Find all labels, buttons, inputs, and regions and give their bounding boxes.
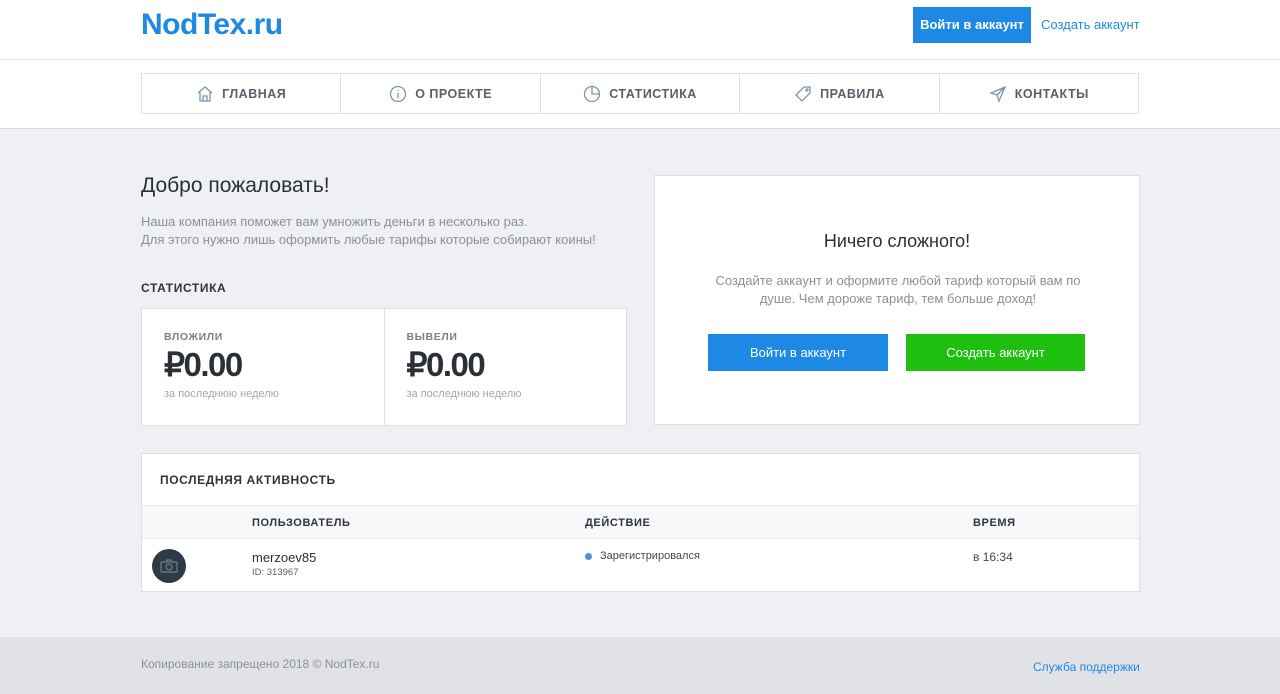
stat-invested: ВЛОЖИЛИ ₽0.00 за последнюю неделю — [142, 309, 384, 425]
support-link[interactable]: Служба поддержки — [1033, 660, 1140, 674]
nav-item-rules[interactable]: ПРАВИЛА — [740, 74, 940, 113]
send-icon — [988, 85, 1007, 103]
cta-login-button[interactable]: Войти в аккаунт — [708, 334, 888, 371]
welcome-text: Наша компания поможет вам умножить деньг… — [141, 213, 596, 249]
nav-item-label: ПРАВИЛА — [820, 86, 885, 101]
cta-register-button[interactable]: Создать аккаунт — [906, 334, 1085, 371]
user-id: ID: 313967 — [252, 567, 299, 578]
tag-icon — [795, 85, 811, 102]
welcome-line-2: Для этого нужно лишь оформить любые тари… — [141, 232, 596, 247]
avatar — [152, 549, 186, 583]
activity-panel: ПОСЛЕДНЯЯ АКТИВНОСТЬ ПОЛЬЗОВАТЕЛЬ ДЕЙСТВ… — [141, 453, 1140, 592]
nav-item-contacts[interactable]: КОНТАКТЫ — [940, 74, 1138, 113]
copyright-text: Копирование запрещено 2018 © NodTex.ru — [141, 657, 380, 671]
camera-icon — [160, 559, 178, 573]
navigation-bar: ГЛАВНАЯ О ПРОЕКТЕ СТАТИСТИКА ПРАВИЛА КОН… — [0, 60, 1280, 129]
header-register-link[interactable]: Создать аккаунт — [1041, 17, 1140, 32]
site-logo[interactable]: NodTex.ru — [141, 8, 283, 42]
welcome-title: Добро пожаловать! — [141, 174, 330, 197]
table-row: merzoev85 ID: 313967 Зарегистрировался в… — [142, 540, 1139, 591]
stats-heading: СТАТИСТИКА — [141, 281, 227, 295]
stat-value: ₽0.00 — [406, 346, 486, 383]
cta-line-1: Создайте аккаунт и оформите любой тариф … — [715, 273, 1081, 288]
stat-withdrawn: ВЫВЕЛИ ₽0.00 за последнюю неделю — [383, 309, 627, 425]
nav-item-home[interactable]: ГЛАВНАЯ — [142, 74, 342, 113]
stat-label: ВЫВЕЛИ — [406, 331, 458, 343]
stats-panel: ВЛОЖИЛИ ₽0.00 за последнюю неделю ВЫВЕЛИ… — [141, 308, 627, 426]
nav-item-label: ГЛАВНАЯ — [222, 86, 287, 101]
info-icon — [390, 85, 407, 102]
stat-period: за последнюю неделю — [164, 388, 279, 400]
stat-value: ₽0.00 — [164, 346, 243, 383]
table-header: ПОЛЬЗОВАТЕЛЬ ДЕЙСТВИЕ ВРЕМЯ — [142, 505, 1139, 539]
cta-panel: Ничего сложного! Создайте аккаунт и офор… — [654, 175, 1140, 425]
top-header: NodTex.ru Войти в аккаунт Создать аккаун… — [0, 0, 1280, 60]
stat-label: ВЛОЖИЛИ — [164, 331, 223, 343]
pie-chart-icon — [584, 85, 601, 102]
nav-item-label: О ПРОЕКТЕ — [415, 86, 493, 101]
action-text: Зарегистрировался — [600, 550, 700, 562]
nav-item-statistics[interactable]: СТАТИСТИКА — [541, 74, 741, 113]
header-login-button[interactable]: Войти в аккаунт — [913, 7, 1031, 43]
status-dot — [585, 552, 592, 560]
action-cell: Зарегистрировался — [585, 550, 700, 562]
column-header-action: ДЕЙСТВИЕ — [585, 517, 651, 529]
action-time: в 16:34 — [973, 550, 1013, 564]
nav-item-label: КОНТАКТЫ — [1014, 86, 1089, 101]
nav-item-about[interactable]: О ПРОЕКТЕ — [341, 74, 541, 113]
column-header-time: ВРЕМЯ — [973, 517, 1016, 529]
nav-item-label: СТАТИСТИКА — [609, 86, 697, 101]
home-icon — [197, 85, 213, 102]
cta-title: Ничего сложного! — [823, 231, 971, 251]
username[interactable]: merzoev85 — [252, 550, 316, 565]
footer: Копирование запрещено 2018 © NodTex.ru С… — [0, 637, 1280, 694]
cta-text: Создайте аккаунт и оформите любой тариф … — [705, 272, 1091, 308]
cta-line-2: душе. Чем дороже тариф, тем больше доход… — [759, 291, 1037, 306]
activity-title: ПОСЛЕДНЯЯ АКТИВНОСТЬ — [160, 473, 336, 487]
main-nav: ГЛАВНАЯ О ПРОЕКТЕ СТАТИСТИКА ПРАВИЛА КОН… — [141, 73, 1139, 114]
column-header-user: ПОЛЬЗОВАТЕЛЬ — [252, 517, 351, 529]
stat-period: за последнюю неделю — [406, 388, 522, 400]
welcome-line-1: Наша компания поможет вам умножить деньг… — [141, 214, 528, 229]
